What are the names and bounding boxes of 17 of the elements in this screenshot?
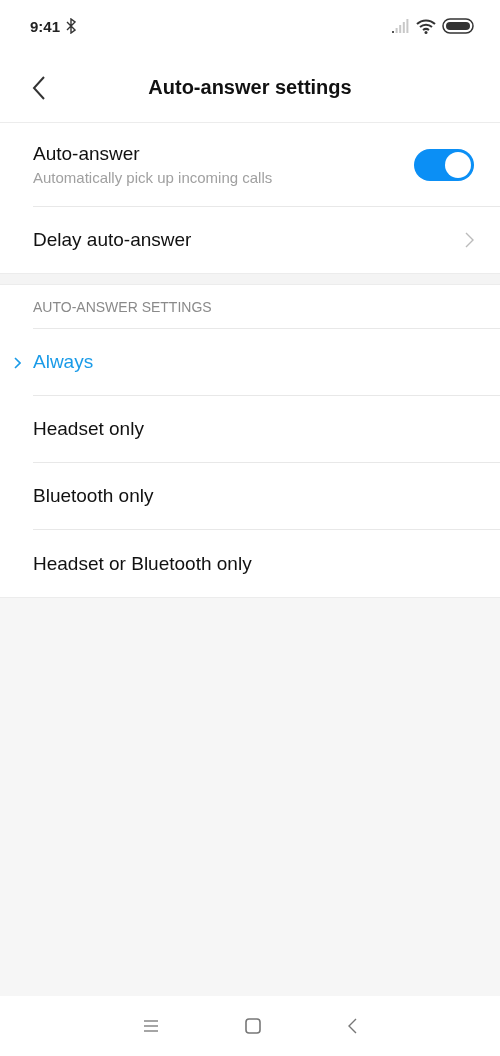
signal-icon (392, 19, 410, 33)
setting-label[interactable]: Delay auto-answer (33, 229, 192, 251)
battery-icon (442, 18, 474, 34)
home-button[interactable] (245, 1018, 261, 1034)
wifi-icon (416, 18, 436, 34)
status-time: 9:41 (30, 17, 61, 35)
setting-description: Automatically pick up incoming calls (33, 169, 273, 186)
option-label[interactable]: Headset only (33, 418, 144, 440)
toggle-switch[interactable] (414, 148, 474, 181)
menu-icon[interactable] (143, 1019, 159, 1033)
chevron-right-icon (465, 232, 474, 248)
page-title: Auto-answer settings (148, 75, 352, 99)
option-label[interactable]: Bluetooth only (33, 485, 154, 507)
setting-label: Auto-answer (33, 143, 141, 165)
section-heading: AUTO-ANSWER SETTINGS (33, 298, 212, 315)
bluetooth-icon (66, 18, 77, 34)
option-label[interactable]: Headset or Bluetooth only (33, 552, 252, 575)
